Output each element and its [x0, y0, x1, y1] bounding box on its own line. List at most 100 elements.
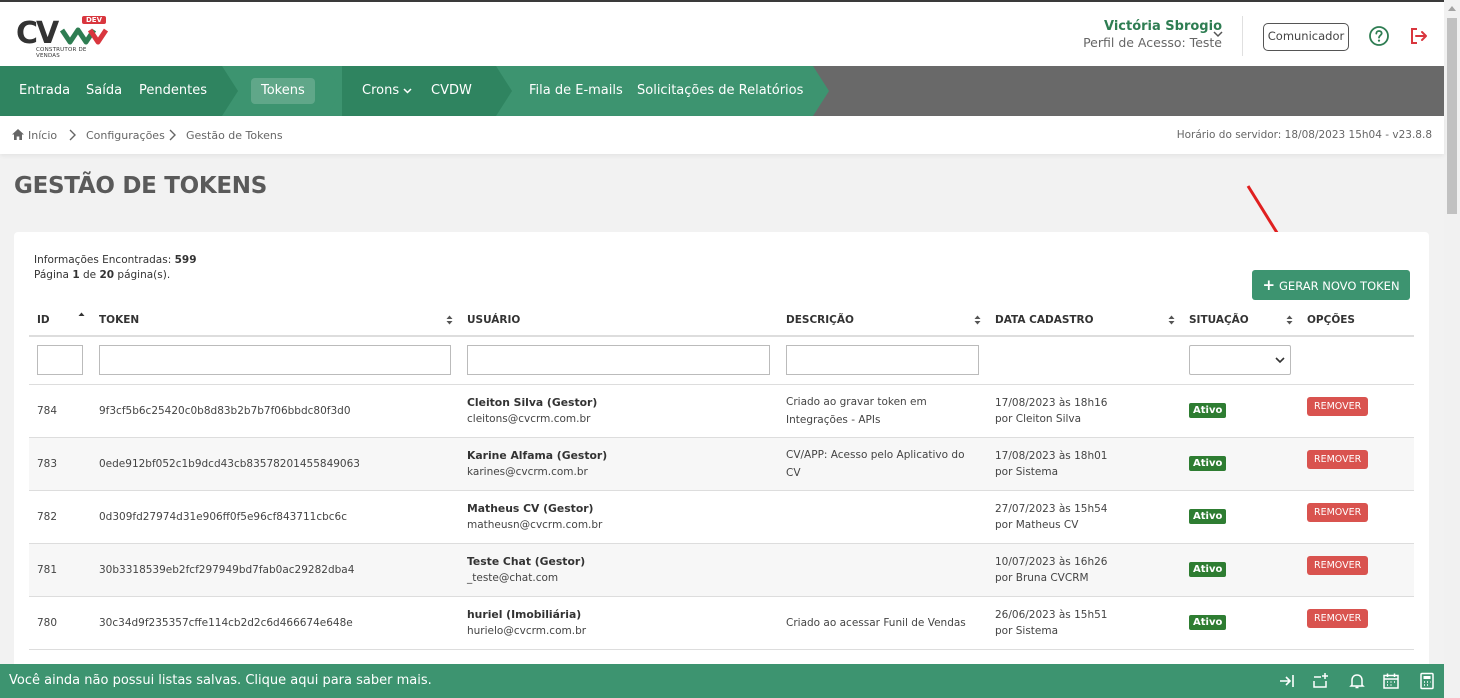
table-row: 784 9f3cf5b6c25420c0b8d83b2b7b7f06bbdc80… [29, 384, 1414, 438]
sort-icon [1168, 315, 1175, 325]
cell-user-email: _teste@chat.com [467, 572, 559, 584]
cell-date: 17/08/2023 às 18h16 [995, 396, 1108, 409]
logo-text: CV [16, 16, 59, 51]
table-row: 781 30b3318539eb2fcf297949bd7fab0ac29282… [29, 543, 1414, 597]
sort-icon [1286, 315, 1293, 325]
nav-item-crons-label: Crons [362, 83, 400, 98]
cell-token: 30c34d9f235357cffe114cb2d2c6d466674e648e [91, 596, 459, 650]
top-header: CV DEV CONSTRUTOR DE VENDAS Victória Sbr… [0, 0, 1444, 66]
remove-button[interactable]: REMOVER [1307, 556, 1369, 575]
status-badge: Ativo [1189, 562, 1227, 577]
cell-description: CV/APP: Acesso pelo Aplicativo do CV [786, 448, 965, 479]
new-token-button[interactable]: + GERAR NOVO TOKEN [1252, 270, 1410, 300]
sort-icon [446, 315, 453, 325]
cell-created-by: por Sistema [995, 465, 1059, 478]
user-profile: Perfil de Acesso: Teste [1083, 35, 1222, 50]
remove-button[interactable]: REMOVER [1307, 450, 1369, 469]
plus-icon: + [1262, 276, 1276, 294]
cell-id: 782 [29, 490, 91, 544]
cell-user-email: hurielo@cvcrm.com.br [467, 625, 587, 637]
nav-item-crons[interactable]: Crons [362, 66, 412, 116]
cell-id: 784 [29, 384, 91, 438]
remove-button[interactable]: REMOVER [1307, 503, 1369, 522]
chevron-right-icon [169, 129, 176, 141]
nav-item-fila-emails[interactable]: Fila de E-mails [529, 66, 623, 116]
filter-descricao-input[interactable] [786, 345, 979, 376]
table-row: 782 0d309fd27974d31e906ff0f5e96cf843711c… [29, 490, 1414, 544]
saved-lists-message[interactable]: Você ainda não possui listas salvas. Cli… [9, 673, 432, 688]
cell-id: 781 [29, 543, 91, 597]
status-badge: Ativo [1189, 615, 1227, 630]
breadcrumb-inicio[interactable]: Início [28, 129, 57, 142]
col-usuario[interactable]: USUÁRIO [459, 304, 778, 337]
filter-usuario-input[interactable] [467, 345, 770, 376]
col-descricao[interactable]: DESCRIÇÃO [778, 304, 987, 337]
filter-situacao-select[interactable] [1189, 345, 1291, 376]
cell-user-name: Cleiton Silva (Gestor) [467, 396, 598, 409]
cell-date: 17/08/2023 às 18h01 [995, 449, 1108, 462]
scroll-up-icon[interactable] [1448, 6, 1456, 11]
breadcrumb-configuracoes[interactable]: Configurações [86, 129, 165, 142]
cell-description: Criado ao acessar Funil de Vendas [786, 616, 966, 629]
scroll-thumb[interactable] [1447, 18, 1457, 214]
cell-user-name: Teste Chat (Gestor) [467, 555, 586, 568]
cv-logo[interactable]: CV DEV CONSTRUTOR DE VENDAS [16, 16, 108, 59]
nav-item-cvdw[interactable]: CVDW [431, 66, 472, 116]
list-add-icon[interactable] [1312, 672, 1330, 690]
nav-item-saida[interactable]: Saída [86, 66, 122, 116]
remove-button[interactable]: REMOVER [1307, 397, 1369, 416]
bell-icon[interactable] [1348, 672, 1366, 690]
chevron-down-icon[interactable] [1212, 28, 1224, 40]
cell-date: 27/07/2023 às 15h54 [995, 502, 1108, 515]
new-token-label: GERAR NOVO TOKEN [1279, 279, 1400, 293]
collapse-right-icon[interactable] [1278, 672, 1296, 690]
nav-item-entrada[interactable]: Entrada [19, 66, 70, 116]
col-data-cadastro[interactable]: DATA CADASTRO [987, 304, 1181, 337]
comunicador-button[interactable]: Comunicador [1263, 23, 1349, 51]
nav-item-solicitacoes[interactable]: Solicitações de Relatórios [637, 66, 803, 116]
sort-icon [974, 315, 981, 325]
col-situacao[interactable]: SITUAÇÃO [1181, 304, 1299, 337]
status-badge: Ativo [1189, 403, 1227, 418]
filter-token-input[interactable] [99, 345, 451, 376]
help-icon[interactable] [1368, 25, 1390, 47]
table-row: 780 30c34d9f235357cffe114cb2d2c6d466674e… [29, 596, 1414, 650]
col-token[interactable]: TOKEN [91, 304, 459, 337]
cell-description-cont: Integrações - APIs [786, 413, 881, 426]
page-scrollbar[interactable] [1444, 0, 1460, 698]
tokens-card: Informações Encontradas: 599 Página 1 de… [14, 232, 1429, 672]
breadcrumb-gestao-tokens: Gestão de Tokens [186, 129, 283, 142]
status-badge: Ativo [1189, 456, 1227, 471]
table-row: 783 0ede912bf052c1b9dcd43cb8357820145584… [29, 437, 1414, 491]
cell-id: 780 [29, 596, 91, 650]
logo-wave-icon [60, 27, 108, 45]
status-badge: Ativo [1189, 509, 1227, 524]
col-id[interactable]: ID [29, 304, 91, 337]
logout-icon[interactable] [1408, 25, 1430, 47]
user-info[interactable]: Victória Sbrogio Perfil de Acesso: Teste [1083, 19, 1222, 50]
nav-item-tokens[interactable]: Tokens [251, 78, 315, 104]
cell-user-name: huriel (Imobiliária) [467, 608, 582, 621]
remove-button[interactable]: REMOVER [1307, 609, 1369, 628]
main-nav: Entrada Saída Pendentes Tokens Crons CVD… [0, 66, 1444, 116]
cell-token: 9f3cf5b6c25420c0b8d83b2b7b7f06bbdc80f3d0 [91, 384, 459, 438]
cell-id: 783 [29, 437, 91, 491]
saved-lists-bar[interactable]: Você ainda não possui listas salvas. Cli… [0, 664, 1444, 698]
cell-created-by: por Sistema [995, 624, 1059, 637]
filter-id-input[interactable] [37, 345, 83, 376]
calculator-icon[interactable] [1418, 672, 1436, 690]
cell-user-email: cleitons@cvcrm.com.br [467, 413, 591, 425]
cell-token: 30b3318539eb2fcf297949bd7fab0ac29282dba4 [91, 543, 459, 597]
calendar-icon[interactable] [1382, 672, 1400, 690]
cell-description: Criado ao gravar token em [786, 395, 927, 408]
breadcrumb: Início Configurações Gestão de Tokens Ho… [0, 116, 1444, 154]
nav-item-pendentes[interactable]: Pendentes [139, 66, 207, 116]
cell-user-email: karines@cvcrm.com.br [467, 466, 588, 478]
results-count: Informações Encontradas: 599 [34, 254, 197, 266]
home-icon[interactable] [11, 128, 25, 141]
header-divider [1242, 16, 1243, 56]
chevron-down-icon [403, 88, 412, 94]
cell-user-email: matheusn@cvcrm.com.br [467, 519, 603, 531]
sort-asc-icon [78, 312, 85, 316]
chevron-down-icon [1275, 357, 1285, 364]
